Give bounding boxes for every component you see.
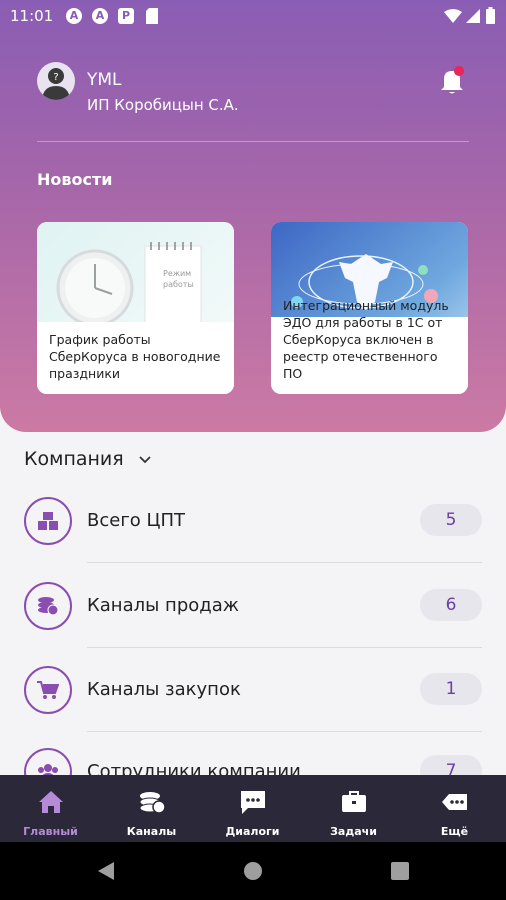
svg-text:?: ? (53, 72, 58, 83)
status-time: 11:01 (10, 7, 54, 25)
coins-icon (24, 582, 72, 630)
news-card-text: График работы СберКоруса в новогодние пр… (49, 332, 221, 381)
header: 11:01 A A P ? YML ИП Коробицын С.А. Ново… (0, 0, 506, 432)
nav-label: Ещё (440, 825, 469, 838)
status-bar: 11:01 A A P (0, 0, 506, 32)
nav-label: Каналы (126, 825, 177, 838)
notifications-button[interactable] (436, 64, 468, 96)
header-divider (37, 141, 469, 142)
nav-item-tasks[interactable]: Задачи (303, 775, 404, 842)
divider (87, 562, 482, 563)
list-item-label: Каналы продаж (87, 595, 239, 616)
company-name: ИП Коробицын С.А. (87, 96, 239, 114)
wifi-icon (444, 9, 462, 23)
battery-icon (486, 7, 495, 24)
bell-icon (441, 66, 464, 94)
list-item-label: Каналы закупок (87, 679, 241, 700)
signal-icon (466, 9, 480, 23)
nav-item-home[interactable]: Главный (0, 775, 101, 842)
list-item[interactable]: Всего ЦПТ 5 (0, 479, 506, 563)
news-title: Новости (37, 170, 113, 189)
list-item-label: Всего ЦПТ (87, 510, 186, 531)
boxes-icon (24, 497, 72, 545)
briefcase-icon (342, 791, 366, 812)
news-card-text: Интеграционный модуль ЭДО для работы в 1… (283, 298, 449, 381)
user-avatar-icon: ? (42, 68, 70, 100)
company-section-title[interactable]: Компания (24, 448, 124, 470)
cart-icon (24, 666, 72, 714)
news-card[interactable]: Интеграционный модуль ЭДО для работы в 1… (271, 222, 468, 394)
nav-item-dialogs[interactable]: Диалоги (202, 775, 303, 842)
nav-item-channels[interactable]: Каналы (101, 775, 202, 842)
sim-card-icon (146, 8, 158, 24)
back-icon[interactable] (96, 861, 116, 881)
calendar-caption: Режим работы (163, 269, 194, 289)
chevron-down-icon[interactable] (138, 453, 152, 467)
list-item[interactable]: Каналы закупок 1 (0, 648, 506, 732)
chat-icon (241, 791, 265, 814)
list-item[interactable]: Каналы продаж 6 (0, 564, 506, 648)
recents-icon[interactable] (391, 862, 409, 880)
app-notification-icon: P (118, 8, 134, 24)
count-badge: 1 (420, 673, 482, 705)
coins-icon (139, 792, 166, 814)
count-badge: 6 (420, 589, 482, 621)
more-icon (442, 794, 467, 810)
avatar[interactable]: ? (37, 62, 75, 100)
nav-label: Диалоги (225, 825, 280, 838)
count-badge: 5 (420, 504, 482, 536)
nav-item-more[interactable]: Ещё (404, 775, 505, 842)
bottom-nav: Главный Каналы Диалоги Задачи Ещё (0, 775, 506, 842)
system-nav-bar (0, 842, 506, 900)
home-circle-icon[interactable] (243, 861, 263, 881)
news-card[interactable]: Режим работы График работы СберКоруса в … (37, 222, 234, 394)
app-notification-icon: A (66, 8, 82, 24)
nav-label: Главный (23, 825, 78, 838)
home-icon (39, 791, 63, 813)
user-name: YML (87, 70, 122, 90)
nav-label: Задачи (330, 825, 377, 838)
app-notification-icon: A (92, 8, 108, 24)
